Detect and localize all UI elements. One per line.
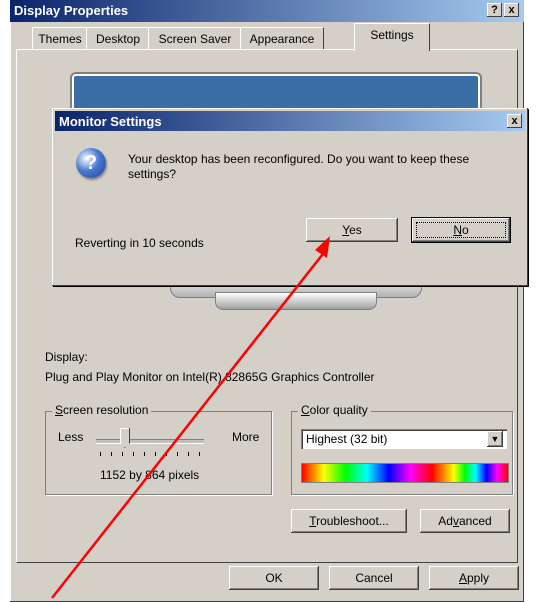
resolution-value: 1152 by 864 pixels	[100, 468, 200, 482]
monitor-base: ●	[215, 279, 377, 310]
monitor-settings-dialog: Monitor Settings x ? Your desktop has be…	[52, 108, 528, 286]
color-quality-label: Color quality	[298, 403, 371, 417]
tab-themes[interactable]: Themes	[32, 27, 88, 50]
color-quality-selected: Highest (32 bit)	[306, 432, 388, 446]
tab-screen-saver[interactable]: Screen Saver	[148, 27, 242, 50]
help-button[interactable]: ?	[487, 3, 502, 17]
display-value: Plug and Play Monitor on Intel(R) 82865G…	[45, 370, 375, 384]
title-bar: Display Properties ? x	[10, 0, 524, 22]
dialog-close-button[interactable]: x	[507, 114, 522, 128]
revert-countdown: Reverting in 10 seconds	[75, 236, 204, 250]
tab-settings[interactable]: Settings	[354, 23, 430, 51]
cancel-button[interactable]: Cancel	[329, 566, 419, 590]
advanced-button[interactable]: Advanced	[420, 509, 510, 533]
question-icon: ?	[76, 148, 106, 178]
ok-button[interactable]: OK	[229, 566, 319, 590]
color-spectrum-bar	[301, 463, 509, 483]
dialog-message: Your desktop has been reconfigured. Do y…	[128, 152, 470, 181]
no-button[interactable]: No	[411, 217, 511, 243]
resolution-slider-ticks	[100, 452, 202, 456]
display-label: Display:	[45, 350, 88, 364]
tab-desktop[interactable]: Desktop	[86, 27, 150, 50]
display-properties-window: Display Properties ? x Themes Desktop Sc…	[10, 0, 524, 602]
close-button[interactable]: x	[504, 3, 519, 17]
resolution-slider-track[interactable]	[96, 439, 204, 444]
yes-button[interactable]: Yes	[306, 218, 398, 242]
resolution-more-label: More	[232, 430, 260, 444]
no-button-focus: No	[416, 222, 506, 238]
chevron-down-icon[interactable]: ▼	[487, 431, 503, 447]
apply-button[interactable]: Apply	[429, 566, 519, 590]
troubleshoot-button[interactable]: Troubleshoot...	[291, 509, 407, 533]
color-quality-select[interactable]: Highest (32 bit) ▼	[301, 429, 507, 449]
resolution-less-label: Less	[58, 430, 84, 444]
screen-resolution-label: Screen resolution	[52, 403, 152, 417]
tab-appearance[interactable]: Appearance	[240, 27, 324, 50]
window-title: Display Properties	[14, 3, 129, 18]
dialog-title-bar: Monitor Settings x	[55, 111, 525, 131]
dialog-title: Monitor Settings	[59, 114, 162, 129]
